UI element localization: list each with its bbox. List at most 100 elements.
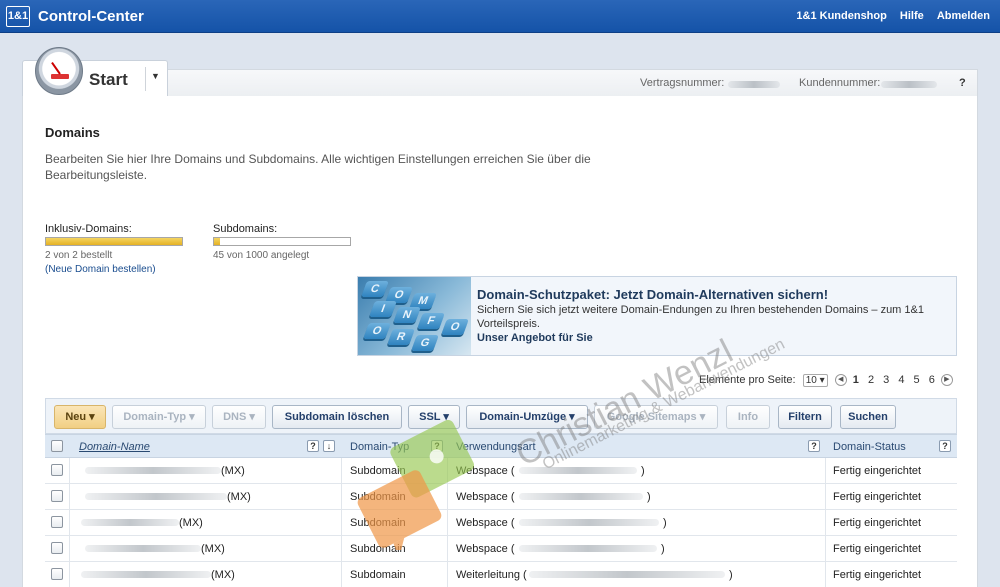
select-all-checkbox[interactable] xyxy=(51,440,63,452)
status-cell: Fertig eingerichtet xyxy=(833,465,922,477)
page-3[interactable]: 3 xyxy=(883,374,889,386)
usage-target-redacted xyxy=(519,545,657,552)
promo-text: Sichern Sie sich jetzt weitere Domain-En… xyxy=(477,304,924,330)
per-page-label: Elemente pro Seite: xyxy=(699,374,796,386)
domain-name-suffix: (MX) xyxy=(201,543,225,555)
usage-target-redacted xyxy=(519,467,637,474)
promo-banner[interactable]: C O M I N F O O R G Domain-Schutzpaket: … xyxy=(357,276,957,356)
help-link[interactable]: Hilfe xyxy=(900,10,924,22)
row-checkbox[interactable] xyxy=(51,542,63,554)
domain-type-cell: Subdomain xyxy=(350,517,406,529)
prev-page-icon[interactable]: ◀ xyxy=(834,374,847,387)
order-domain-link[interactable]: (Neue Domain bestellen) xyxy=(45,264,156,275)
pagination: Elemente pro Seite: 10 ▾ ◀ 1 2 3 4 5 6 ▶ xyxy=(699,374,953,387)
usage-target-redacted xyxy=(519,519,659,526)
inclusive-domains-count: 2 von 2 bestellt xyxy=(45,250,113,261)
row-checkbox[interactable] xyxy=(51,568,63,580)
usage-cell[interactable]: Webspace ( xyxy=(456,465,515,477)
tab-start[interactable]: Start ▼ xyxy=(22,47,168,96)
column-domain-name[interactable]: Domain-Name xyxy=(79,441,150,453)
per-page-select[interactable]: 10 ▾ xyxy=(802,374,828,387)
help-icon[interactable]: ? xyxy=(939,440,951,452)
domain-type-button[interactable]: Domain-Typ ▾ xyxy=(112,405,206,429)
dns-button[interactable]: DNS ▾ xyxy=(212,405,266,429)
help-icon[interactable]: ? xyxy=(808,440,820,452)
row-checkbox[interactable] xyxy=(51,516,63,528)
usage-target-redacted xyxy=(519,493,643,500)
usage-cell[interactable]: Webspace ( xyxy=(456,517,515,529)
page-6[interactable]: 6 xyxy=(929,374,935,386)
table-row[interactable]: (MX) Subdomain Webspace ( ) Fertig einge… xyxy=(45,510,957,536)
per-page-value: 10 xyxy=(805,375,817,386)
page-5[interactable]: 5 xyxy=(914,374,920,386)
page-2[interactable]: 2 xyxy=(868,374,874,386)
row-checkbox[interactable] xyxy=(51,490,63,502)
domain-name-suffix: (MX) xyxy=(227,491,251,503)
domain-name-suffix: (MX) xyxy=(179,517,203,529)
inclusive-domains-label: Inklusiv-Domains: xyxy=(45,223,132,235)
column-domain-type[interactable]: Domain-Typ xyxy=(350,441,409,453)
page-1[interactable]: 1 xyxy=(853,374,859,386)
domain-name-suffix: (MX) xyxy=(211,569,235,581)
status-cell: Fertig eingerichtet xyxy=(833,517,922,529)
table-row[interactable]: (MX) Subdomain Webspace ( ) Fertig einge… xyxy=(45,484,957,510)
usage-cell[interactable]: Weiterleitung ( xyxy=(456,569,527,581)
dns-label: DNS xyxy=(223,411,247,423)
table-row[interactable]: (MX) Subdomain Webspace ( ) Fertig einge… xyxy=(45,536,957,562)
domain-moves-button[interactable]: Domain-Umzüge ▾ xyxy=(466,405,588,429)
promo-key: O xyxy=(363,323,391,339)
top-links: 1&1 Kundenshop Hilfe Abmelden xyxy=(786,10,990,22)
help-icon[interactable]: ? xyxy=(431,440,443,452)
sort-down-icon[interactable]: ↓ xyxy=(323,440,335,452)
chevron-down-icon[interactable]: ▼ xyxy=(151,71,160,81)
subdomains-label: Subdomains: xyxy=(213,223,278,235)
page-4[interactable]: 4 xyxy=(898,374,904,386)
promo-key: I xyxy=(369,301,397,317)
promo-offer-link[interactable]: Unser Angebot für Sie xyxy=(477,332,593,344)
next-page-icon[interactable]: ▶ xyxy=(940,374,953,387)
column-usage[interactable]: Verwendungsart xyxy=(456,441,536,453)
brand-logo[interactable]: 1&1 xyxy=(6,6,30,27)
domain-name-redacted xyxy=(81,571,211,578)
ssl-button[interactable]: SSL ▾ xyxy=(408,405,460,429)
domain-name-redacted xyxy=(85,467,221,474)
domain-type-cell: Subdomain xyxy=(350,465,406,477)
tab-start-label: Start xyxy=(89,70,128,89)
help-icon[interactable]: ? xyxy=(307,440,319,452)
table-body: (MX) Subdomain Webspace ( ) Fertig einge… xyxy=(45,458,957,587)
edit-toolbar: Neu ▾ Domain-Typ ▾ DNS ▾ Subdomain lösch… xyxy=(45,398,957,434)
shop-link[interactable]: 1&1 Kundenshop xyxy=(796,10,886,22)
info-button[interactable]: Info xyxy=(726,405,770,429)
usage-cell[interactable]: Webspace ( xyxy=(456,491,515,503)
customer-number-label: Kundennummer: xyxy=(799,77,881,89)
status-cell: Fertig eingerichtet xyxy=(833,491,922,503)
search-button[interactable]: Suchen xyxy=(840,405,896,429)
google-sitemaps-button[interactable]: Google Sitemaps ▾ xyxy=(594,405,718,429)
new-button-label: Neu xyxy=(65,411,87,423)
new-button[interactable]: Neu ▾ xyxy=(54,405,106,429)
row-checkbox[interactable] xyxy=(51,464,63,476)
domain-name-redacted xyxy=(85,493,227,500)
column-domain-status[interactable]: Domain-Status xyxy=(833,441,906,453)
table-row[interactable]: (MX) Subdomain Webspace ( ) Fertig einge… xyxy=(45,458,957,484)
usage-cell-end: ) xyxy=(641,465,645,477)
table-row[interactable]: (MX) Subdomain Weiterleitung ( ) Fertig … xyxy=(45,562,957,587)
domain-name-suffix: (MX) xyxy=(221,465,245,477)
app-title: Control-Center xyxy=(38,8,144,25)
usage-cell[interactable]: Webspace ( xyxy=(456,543,515,555)
subdomains-bar xyxy=(213,237,351,246)
status-cell: Fertig eingerichtet xyxy=(833,569,922,581)
delete-subdomain-button[interactable]: Subdomain löschen xyxy=(272,405,402,429)
filter-button[interactable]: Filtern xyxy=(778,405,832,429)
speedometer-icon xyxy=(35,47,83,95)
main-content: Domains Bearbeiten Sie hier Ihre Domains… xyxy=(22,96,978,587)
usage-target-redacted xyxy=(529,571,725,578)
inclusive-domains-bar xyxy=(45,237,183,246)
domain-type-cell: Subdomain xyxy=(350,569,406,581)
promo-title: Domain-Schutzpaket: Jetzt Domain-Alterna… xyxy=(477,287,829,302)
ssl-label: SSL xyxy=(419,411,441,423)
tab-divider xyxy=(145,67,146,91)
logout-link[interactable]: Abmelden xyxy=(937,10,990,22)
help-icon[interactable]: ? xyxy=(959,77,966,89)
subdomains-count: 45 von 1000 angelegt xyxy=(213,250,310,261)
